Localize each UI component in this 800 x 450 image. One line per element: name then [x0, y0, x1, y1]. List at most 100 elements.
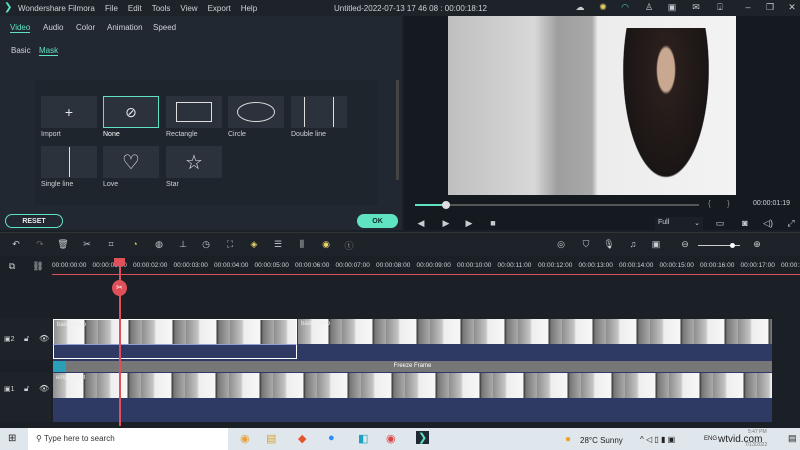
- subtitle-icon[interactable]: ▣: [650, 239, 662, 250]
- video-clip[interactable]: base video: [298, 319, 772, 344]
- bulb-icon[interactable]: ✺: [597, 2, 609, 13]
- mask-circle[interactable]: [228, 96, 284, 128]
- zoom-slider[interactable]: [698, 243, 740, 248]
- tts-icon[interactable]: ⓣ: [343, 239, 355, 252]
- audio-split-icon[interactable]: ⫼: [296, 239, 308, 250]
- render-icon[interactable]: ◎: [555, 239, 567, 250]
- lock-icon[interactable]: 🔓︎: [24, 384, 29, 394]
- quality-select[interactable]: Full ⌄: [655, 217, 703, 230]
- file-explorer-icon[interactable]: ▤: [266, 432, 276, 445]
- weather-text[interactable]: 28°C Sunny: [580, 436, 623, 445]
- weather-icon: ●: [565, 434, 572, 445]
- video-clip[interactable]: base video: [53, 319, 297, 344]
- notification-icon[interactable]: ▤: [788, 433, 797, 444]
- scrollbar[interactable]: [396, 80, 399, 180]
- monitor-icon[interactable]: ▭: [714, 218, 726, 229]
- download-icon[interactable]: ⍗: [714, 2, 726, 13]
- eye-icon[interactable]: 👁︎: [39, 384, 49, 393]
- adjust-icon[interactable]: ☰: [272, 239, 284, 250]
- scrub-handle[interactable]: [442, 201, 450, 209]
- zoom-icon[interactable]: ●: [328, 432, 335, 444]
- reset-button[interactable]: RESET: [5, 214, 63, 228]
- tab-video[interactable]: Video: [10, 23, 31, 33]
- prev-frame-icon[interactable]: ◀: [415, 218, 427, 229]
- add-track-icon[interactable]: ⧉: [6, 261, 18, 272]
- filmora-taskbar-icon[interactable]: ❯: [416, 431, 430, 444]
- headset-icon[interactable]: ◠: [619, 2, 631, 13]
- freeze-frame-clip[interactable]: Freeze Frame: [53, 361, 772, 372]
- mic-icon[interactable]: 🎙: [603, 239, 615, 250]
- timeline-toolbar: ↶ ↷ 🗑 ✂ ⌗ ◔ ◍ ⊥ ◷ ⛶ ◈ ☰ ⫼ ◉ ⓣ ◎ ⛉ 🎙 ♫ ▣ …: [0, 232, 800, 256]
- tab-audio[interactable]: Audio: [43, 23, 63, 32]
- mark-in-button[interactable]: {: [708, 199, 711, 208]
- split-scissors-icon[interactable]: ✂: [112, 280, 127, 296]
- system-tray-icons[interactable]: ^ ◁ ▯ ▮ ▣: [640, 435, 675, 444]
- cut-icon[interactable]: ✂: [81, 239, 93, 250]
- fullscreen-icon[interactable]: ⤢: [785, 218, 797, 229]
- undo-icon[interactable]: ↶: [10, 239, 22, 250]
- delete-icon[interactable]: 🗑: [57, 239, 69, 250]
- user-icon[interactable]: ♙: [643, 2, 655, 13]
- playhead[interactable]: ✂: [112, 258, 127, 426]
- next-frame-icon[interactable]: ▶: [440, 218, 452, 229]
- volume-icon[interactable]: ◁): [762, 218, 774, 229]
- play-icon[interactable]: ▶: [463, 218, 475, 229]
- tab-color[interactable]: Color: [76, 23, 95, 32]
- clip-selection: [53, 344, 297, 359]
- menu-export[interactable]: Export: [208, 4, 231, 13]
- zoom-out-icon[interactable]: ⊖: [679, 239, 691, 250]
- fit-icon[interactable]: ⛶: [224, 239, 236, 250]
- chrome-icon[interactable]: ◉: [240, 432, 250, 445]
- subtab-basic[interactable]: Basic: [11, 46, 31, 55]
- tab-animation[interactable]: Animation: [107, 23, 143, 32]
- cloud-icon[interactable]: ☁: [574, 2, 586, 13]
- menu-tools[interactable]: Tools: [152, 4, 171, 13]
- motion-tracking-icon[interactable]: ◉: [320, 239, 332, 250]
- freeze-icon[interactable]: ⊥: [177, 239, 189, 250]
- minimize-icon[interactable]: –: [742, 2, 754, 12]
- windows-start-icon[interactable]: ⊞: [8, 433, 16, 444]
- menu-edit[interactable]: Edit: [128, 4, 142, 13]
- audio-mix-icon[interactable]: ♫: [627, 239, 639, 249]
- chrome-profile-icon[interactable]: ◉: [386, 432, 396, 445]
- subtab-mask[interactable]: Mask: [39, 46, 59, 56]
- mask-import[interactable]: +: [41, 96, 97, 128]
- snapshot-icon[interactable]: ◙: [739, 218, 751, 228]
- app-icon[interactable]: ◧: [358, 432, 368, 445]
- language[interactable]: ENG: [704, 436, 717, 442]
- mail-icon[interactable]: ✉: [690, 2, 702, 13]
- ok-button[interactable]: OK: [357, 214, 398, 228]
- mask-single-line[interactable]: [41, 146, 97, 178]
- close-icon[interactable]: ✕: [786, 2, 798, 13]
- heart-icon: ♡: [122, 151, 140, 174]
- link-icon[interactable]: ⛓: [32, 261, 44, 272]
- redo-icon[interactable]: ↷: [34, 239, 46, 250]
- menu-help[interactable]: Help: [241, 4, 257, 13]
- crop-icon[interactable]: ⌗: [105, 239, 117, 250]
- menu-view[interactable]: View: [180, 4, 197, 13]
- save-icon[interactable]: ▣: [666, 2, 678, 13]
- mask-label: Star: [166, 181, 179, 188]
- menu-file[interactable]: File: [105, 4, 118, 13]
- video-clip[interactable]: empty shot: [53, 373, 772, 398]
- mask-double-line[interactable]: [291, 96, 347, 128]
- mask-love[interactable]: ♡: [103, 146, 159, 178]
- keyframe-icon[interactable]: ◈: [248, 239, 260, 250]
- tab-speed[interactable]: Speed: [153, 23, 176, 32]
- taskbar-search[interactable]: ⚲ Type here to search: [28, 428, 228, 450]
- mask-rectangle[interactable]: [166, 96, 222, 128]
- color-icon[interactable]: ◍: [153, 239, 165, 250]
- lock-icon[interactable]: 🔓︎: [24, 334, 29, 344]
- stop-icon[interactable]: ■: [487, 218, 499, 228]
- eye-icon[interactable]: 👁︎: [39, 334, 49, 343]
- restore-icon[interactable]: ❐: [764, 2, 776, 13]
- marker-icon[interactable]: ⛉: [580, 239, 592, 250]
- timer-icon[interactable]: ◷: [200, 239, 212, 250]
- speed-icon[interactable]: ◔: [129, 239, 141, 249]
- mask-none[interactable]: ⊘: [103, 96, 159, 128]
- zoom-in-icon[interactable]: ⊕: [751, 239, 763, 250]
- mark-out-button[interactable]: }: [727, 199, 730, 208]
- brave-icon[interactable]: ◆: [298, 432, 306, 445]
- mask-star[interactable]: ☆: [166, 146, 222, 178]
- scrub-bar[interactable]: [415, 201, 699, 209]
